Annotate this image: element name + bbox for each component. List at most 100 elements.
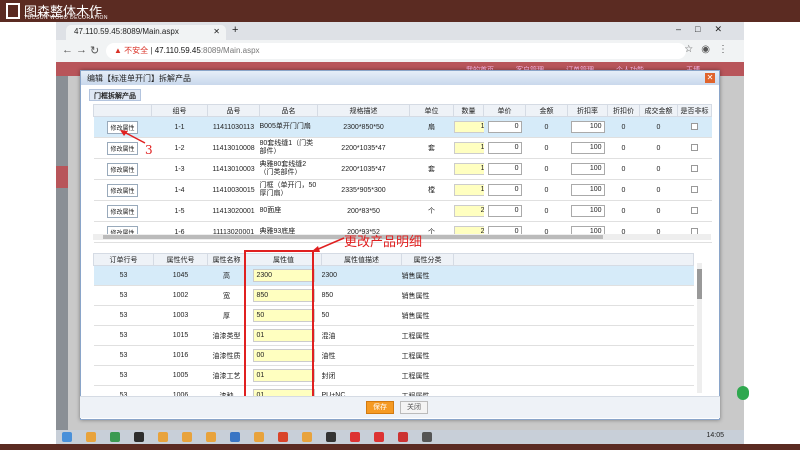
discount-input[interactable]: 100 bbox=[570, 205, 605, 217]
close-button[interactable]: 关闭 bbox=[400, 401, 428, 414]
edit-attributes-button[interactable]: 修改属性 bbox=[107, 204, 138, 218]
folder-icon-2[interactable] bbox=[158, 432, 168, 442]
back-icon[interactable]: ← bbox=[62, 44, 73, 56]
product-name: 门框（单开门，50厚门扇） bbox=[259, 182, 317, 197]
product-row[interactable]: 修改属性 1-2 11413010008 80套线缝1（门类部件） 2200*1035*… bbox=[93, 137, 712, 159]
chrome-icon[interactable] bbox=[350, 432, 360, 442]
amount: 0 bbox=[544, 144, 549, 152]
cmd-icon[interactable] bbox=[326, 432, 336, 442]
discount-price: 0 bbox=[621, 186, 626, 194]
pdf-icon[interactable] bbox=[278, 432, 288, 442]
tab-close-icon[interactable]: ✕ bbox=[213, 27, 220, 36]
browser-tab[interactable]: 47.110.59.45:8089/Main.aspx ✕ bbox=[66, 25, 226, 40]
product-col-header: 是否非标 bbox=[677, 104, 712, 117]
product-unit: 套 bbox=[428, 145, 435, 152]
attribute-row[interactable]: 53 1003 厚 50 50 销售属性 bbox=[93, 305, 694, 326]
qty-input[interactable]: 2 bbox=[453, 205, 484, 217]
total-amount: 0 bbox=[656, 186, 661, 194]
attribute-table: 订单行号 属性代号 属性名称 属性值 属性值描述 属性分类 53 1045 高 2300 2300… bbox=[93, 253, 694, 406]
browser-actions[interactable]: ☆◉⋮ bbox=[684, 44, 736, 55]
red-app-icon[interactable] bbox=[374, 432, 384, 442]
vertical-scrollbar[interactable] bbox=[697, 263, 702, 393]
logo-mark-icon bbox=[6, 3, 20, 19]
attr-desc: 混油 bbox=[321, 332, 336, 340]
folder-icon-4[interactable] bbox=[206, 432, 216, 442]
start-icon[interactable] bbox=[62, 432, 72, 442]
app-sidebar bbox=[56, 76, 68, 430]
discount-input[interactable]: 100 bbox=[570, 142, 605, 154]
price-input[interactable]: 0 bbox=[487, 163, 522, 175]
discount-price: 0 bbox=[621, 207, 626, 215]
attr-desc: 油性 bbox=[321, 352, 336, 360]
total-amount: 0 bbox=[656, 207, 661, 215]
excel-icon[interactable] bbox=[110, 432, 120, 442]
qty-input[interactable]: 1 bbox=[453, 121, 484, 133]
folder-icon-3[interactable] bbox=[182, 432, 192, 442]
attr-col-header: 订单行号 bbox=[93, 253, 154, 266]
folder-icon-6[interactable] bbox=[302, 432, 312, 442]
folder-icon[interactable] bbox=[86, 432, 96, 442]
new-tab-icon[interactable]: + bbox=[232, 24, 238, 36]
product-row[interactable]: 修改属性 1-4 11410030015 门框（单开门，50厚门扇） 2335*905*… bbox=[93, 179, 712, 201]
discount-price: 0 bbox=[621, 165, 626, 173]
dialog-close-icon[interactable]: ✕ bbox=[705, 73, 715, 83]
attr-category: 工程属性 bbox=[401, 332, 430, 340]
qty-input[interactable]: 1 bbox=[453, 184, 484, 196]
frame-bottom bbox=[0, 444, 800, 450]
price-input[interactable]: 0 bbox=[487, 184, 522, 196]
group-no: 1-2 bbox=[174, 144, 185, 152]
app-icon[interactable] bbox=[134, 432, 144, 442]
nonstandard-checkbox[interactable] bbox=[691, 185, 698, 193]
window-controls[interactable]: –□✕ bbox=[676, 24, 736, 35]
product-spec: 2200*1035*47 bbox=[341, 144, 386, 152]
edit-attributes-button[interactable]: 修改属性 bbox=[107, 120, 138, 134]
edit-attributes-button[interactable]: 修改属性 bbox=[107, 141, 138, 155]
attribute-row[interactable]: 53 1002 宽 850 850 销售属性 bbox=[93, 285, 694, 306]
reload-icon[interactable]: ↻ bbox=[90, 44, 99, 57]
attr-name: 油漆类型 bbox=[212, 332, 241, 340]
product-code: 11410030015 bbox=[212, 186, 255, 194]
nonstandard-checkbox[interactable] bbox=[691, 206, 698, 214]
price-input[interactable]: 0 bbox=[487, 121, 522, 133]
nonstandard-checkbox[interactable] bbox=[691, 122, 698, 130]
taskbar-clock: 14:05 bbox=[706, 432, 724, 439]
product-row[interactable]: 修改属性1-51141302000180面座200*83*50个20010000 bbox=[93, 200, 712, 222]
forward-icon[interactable]: → bbox=[76, 44, 87, 56]
attribute-row[interactable]: 53 1015 油漆类型 01 混油 工程属性 bbox=[93, 325, 694, 346]
edit-attributes-button[interactable]: 修改属性 bbox=[107, 183, 138, 197]
order-line: 53 bbox=[119, 372, 128, 379]
discount-input[interactable]: 100 bbox=[570, 163, 605, 175]
folder-icon-5[interactable] bbox=[254, 432, 264, 442]
product-row[interactable]: 修改属性 1-1 11411030113 B005单开门门扇 2300*850*50 扇 1… bbox=[93, 116, 712, 138]
word-icon[interactable] bbox=[230, 432, 240, 442]
taskbar: 14:05 bbox=[56, 430, 744, 444]
discount-input[interactable]: 100 bbox=[570, 184, 605, 196]
attribute-row[interactable]: 53 1005 油漆工艺 01 封闭 工程属性 bbox=[93, 365, 694, 386]
product-col-header: 折扣率 bbox=[567, 104, 608, 117]
discount-price: 0 bbox=[621, 144, 626, 152]
nonstandard-checkbox[interactable] bbox=[691, 164, 698, 172]
highlight-box bbox=[244, 250, 314, 400]
price-input[interactable]: 0 bbox=[487, 142, 522, 154]
save-button[interactable]: 保存 bbox=[366, 401, 394, 414]
attr-code: 1005 bbox=[172, 372, 189, 379]
attribute-row[interactable]: 53 1016 油漆性质 00 油性 工程属性 bbox=[93, 345, 694, 366]
product-name: 80面座 bbox=[259, 207, 282, 214]
attr-name: 厚 bbox=[223, 312, 230, 320]
floating-help-icon[interactable] bbox=[737, 386, 749, 400]
qty-input[interactable]: 1 bbox=[453, 142, 484, 154]
address-bar[interactable]: ▲ 不安全 | 47.110.59.45:8089/Main.aspx bbox=[106, 43, 686, 59]
price-input[interactable]: 0 bbox=[487, 205, 522, 217]
app-icon-3[interactable] bbox=[422, 432, 432, 442]
product-col-header: 品名 bbox=[259, 104, 318, 117]
attribute-row[interactable]: 53 1045 高 2300 2300 销售属性 bbox=[93, 265, 694, 286]
product-col-header: 品号 bbox=[207, 104, 260, 117]
product-code: 11413020001 bbox=[212, 207, 255, 215]
product-row[interactable]: 修改属性 1-3 11413010003 典雅80套线缝2（门类部件） 2200*103… bbox=[93, 158, 712, 180]
attr-code: 1002 bbox=[172, 292, 189, 299]
discount-input[interactable]: 100 bbox=[570, 121, 605, 133]
edit-attributes-button[interactable]: 修改属性 bbox=[107, 162, 138, 176]
qty-input[interactable]: 1 bbox=[453, 163, 484, 175]
nonstandard-checkbox[interactable] bbox=[691, 143, 698, 151]
app-icon-2[interactable] bbox=[398, 432, 408, 442]
